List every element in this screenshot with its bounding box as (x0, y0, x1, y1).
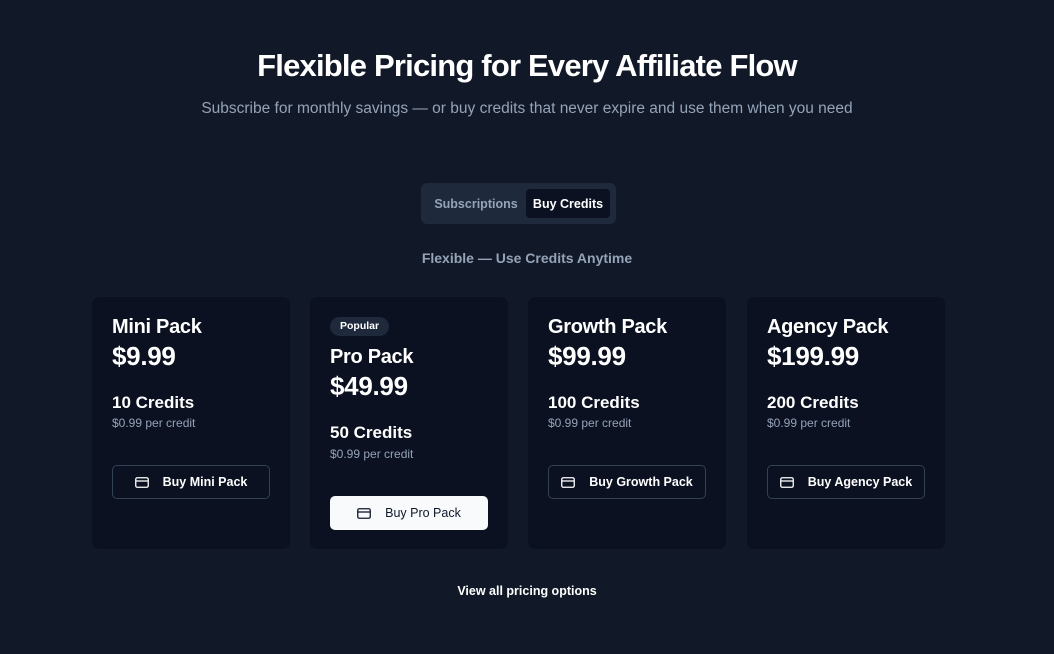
pack-price: $9.99 (112, 341, 176, 371)
pack-price: $49.99 (330, 371, 408, 401)
pack-name: Growth Pack (548, 316, 667, 338)
buy-growth-pack-button[interactable]: Buy Growth Pack (548, 465, 706, 499)
pack-name: Mini Pack (112, 316, 202, 338)
buy-mini-pack-button[interactable]: Buy Mini Pack (112, 465, 270, 499)
pack-credits: 50 Credits (330, 423, 413, 442)
buy-agency-pack-button[interactable]: Buy Agency Pack (767, 465, 925, 499)
buy-button-label: Buy Agency Pack (807, 475, 913, 489)
pack-per-credit: $0.99 per credit (767, 416, 851, 430)
credit-card-icon (134, 476, 149, 488)
pack-name: Agency Pack (767, 316, 889, 338)
section-label: Flexible — Use Credits Anytime (421, 250, 633, 266)
pack-credits: 10 Credits (112, 393, 195, 412)
credit-card-icon (357, 507, 372, 519)
pack-per-credit: $0.99 per credit (112, 416, 196, 430)
pack-name: Pro Pack (330, 346, 414, 368)
pricing-page: Flexible Pricing for Every Affiliate Flo… (0, 0, 1054, 654)
plan-type-toggle: Subscriptions Buy Credits (421, 183, 616, 224)
page-subtitle: Subscribe for monthly savings — or buy c… (201, 100, 853, 117)
pack-credits: 100 Credits (548, 393, 640, 412)
pack-card-growth: Growth Pack $99.99 100 Credits $0.99 per… (528, 297, 726, 549)
buy-button-label: Buy Mini Pack (162, 475, 248, 489)
pack-per-credit: $0.99 per credit (548, 416, 632, 430)
page-title: Flexible Pricing for Every Affiliate Flo… (257, 48, 797, 83)
pack-card-agency: Agency Pack $199.99 200 Credits $0.99 pe… (747, 297, 945, 549)
pack-credits: 200 Credits (767, 393, 859, 412)
pack-price: $99.99 (548, 341, 626, 371)
view-all-pricing-link[interactable]: View all pricing options (0, 584, 1054, 598)
buy-pro-pack-button[interactable]: Buy Pro Pack (330, 496, 488, 530)
buy-button-label: Buy Growth Pack (589, 475, 693, 489)
popular-badge: Popular (330, 317, 390, 336)
buy-button-label: Buy Pro Pack (385, 506, 461, 520)
credit-card-icon (561, 476, 576, 488)
pack-card-mini: Mini Pack $9.99 10 Credits $0.99 per cre… (92, 297, 290, 549)
pack-card-pro: Popular Pro Pack $49.99 50 Credits $0.99… (310, 297, 508, 549)
pack-price: $199.99 (767, 341, 859, 371)
pack-per-credit: $0.99 per credit (330, 447, 414, 461)
tab-subscriptions[interactable]: Subscriptions (426, 189, 526, 218)
tab-buy-credits[interactable]: Buy Credits (526, 189, 610, 218)
credit-card-icon (779, 476, 794, 488)
